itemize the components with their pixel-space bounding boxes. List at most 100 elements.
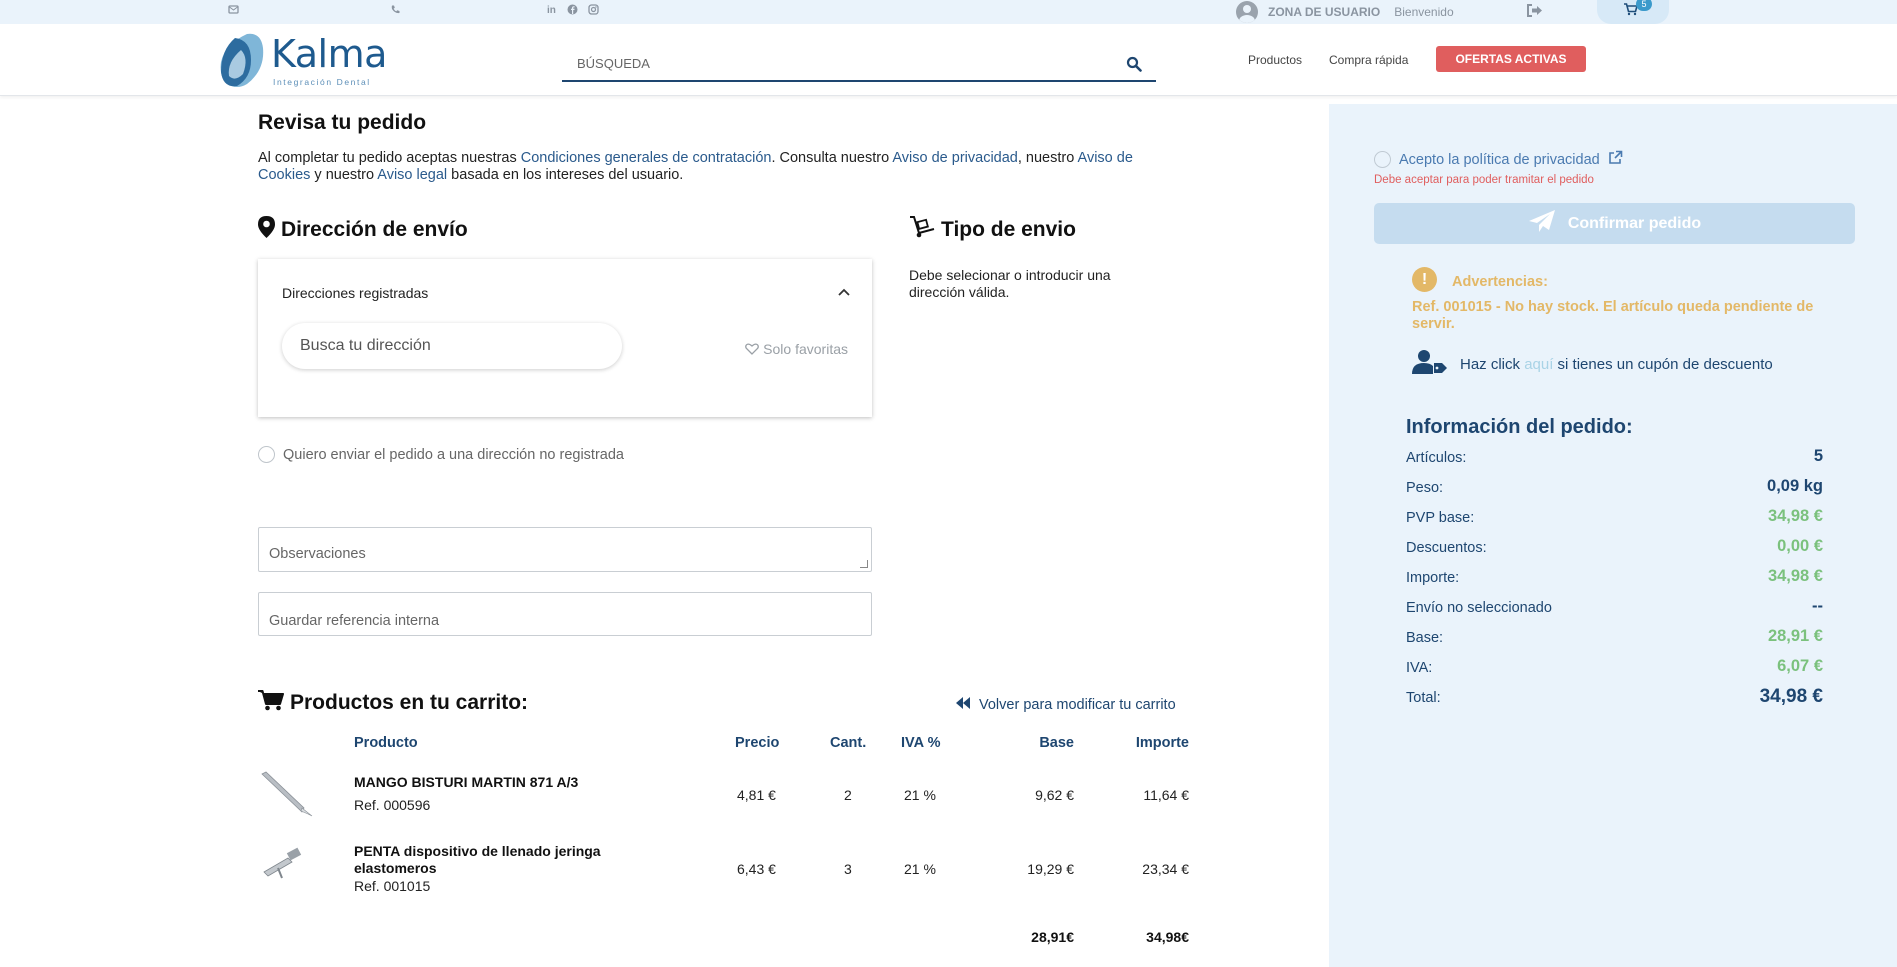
order-info-label: Peso: (1406, 480, 1444, 496)
privacy-policy-label[interactable]: Acepto la política de privacidad (1399, 152, 1600, 168)
product-ref: Ref. 001015 (354, 878, 431, 894)
order-info-row: Total: 34,98 € (1406, 686, 1823, 710)
product-iva: 21 % (904, 861, 936, 877)
order-info-row: PVP base: 34,98 € (1406, 506, 1823, 530)
double-chevron-left-icon (955, 697, 971, 713)
unregistered-address-radio[interactable] (258, 446, 275, 463)
registered-addresses-title[interactable]: Direcciones registradas (282, 285, 428, 301)
dolly-icon (909, 216, 935, 244)
external-link-icon[interactable] (1608, 150, 1623, 169)
logo-tagline: Integración Dental (273, 77, 371, 87)
legal-notice-link[interactable]: Aviso legal (377, 167, 447, 183)
facebook-icon[interactable] (567, 4, 578, 19)
product-iva: 21 % (904, 787, 936, 803)
intro-text-3: , nuestro (1017, 150, 1078, 166)
stock-warning-text: Ref. 001015 - No hay stock. El artículo … (1412, 299, 1814, 332)
privacy-policy-option[interactable]: Acepto la política de privacidad (1374, 150, 1623, 169)
product-importe: 23,34 € (1142, 861, 1189, 877)
mail-icon[interactable] (228, 4, 239, 19)
linkedin-icon[interactable]: in (547, 4, 556, 18)
order-info-value: 34,98 € (1767, 567, 1823, 585)
order-info-row: Envío no seleccionado -- (1406, 596, 1823, 620)
order-info-label: IVA: (1406, 660, 1433, 676)
nav-compra-rapida[interactable]: Compra rápida (1329, 53, 1408, 67)
logout-icon[interactable] (1526, 3, 1543, 22)
address-search (282, 323, 622, 369)
search-icon[interactable] (1126, 56, 1142, 72)
confirm-order-label: Confirmar pedido (1567, 214, 1702, 232)
user-zone[interactable]: ZONA DE USUARIO Bienvenido (1236, 0, 1454, 24)
logo-wordmark: Kalma (271, 32, 387, 76)
order-info-value: 5 (1813, 447, 1823, 465)
nav-productos[interactable]: Productos (1248, 53, 1302, 67)
global-search-input[interactable] (562, 48, 1102, 78)
order-info-value: 28,91 € (1767, 627, 1823, 645)
internal-reference-input[interactable] (259, 593, 871, 635)
terms-intro: Al completar tu pedido aceptas nuestras … (258, 150, 1188, 184)
back-to-cart-link[interactable]: Volver para modificar tu carrito (955, 697, 1176, 713)
product-qty: 3 (844, 861, 852, 877)
intro-text-1: Al completar tu pedido aceptas nuestras (258, 150, 521, 166)
product-image-scalpel[interactable] (258, 768, 314, 823)
only-favorites-toggle[interactable]: Solo favoritas (745, 341, 848, 357)
user-avatar-icon (1236, 1, 1258, 23)
product-name[interactable]: PENTA dispositivo de llenado jeringa ela… (354, 843, 644, 877)
shipping-type-heading: Tipo de envio (909, 216, 1076, 244)
product-name[interactable]: MANGO BISTURI MARTIN 871 A/3 (354, 774, 578, 791)
welcome-text: Bienvenido (1394, 5, 1454, 19)
cart-heading: Productos en tu carrito: (258, 689, 528, 717)
product-base: 9,62 € (1035, 787, 1074, 803)
shipping-type-title: Tipo de envio (941, 218, 1076, 241)
order-info-label: Importe: (1406, 570, 1460, 586)
instagram-icon[interactable] (588, 4, 599, 19)
privacy-policy-checkbox[interactable] (1374, 151, 1391, 168)
order-info-row: Peso: 0,09 kg (1406, 476, 1823, 500)
order-info-label: PVP base: (1406, 510, 1475, 526)
registered-addresses-panel: Direcciones registradas Solo favoritas (258, 259, 872, 417)
intro-text-2: . Consulta nuestro (771, 150, 893, 166)
privacy-warning: Debe aceptar para poder tramitar el pedi… (1374, 174, 1594, 186)
warnings-title: Advertencias: (1452, 274, 1548, 290)
order-info-value: 34,98 € (1767, 507, 1823, 525)
unregistered-address-option[interactable]: Quiero enviar el pedido a una dirección … (258, 446, 624, 463)
product-price: 4,81 € (737, 787, 776, 803)
order-info-value: 6,07 € (1777, 657, 1823, 675)
address-search-input[interactable] (282, 323, 602, 369)
cart-icon (258, 689, 284, 717)
user-zone-label[interactable]: ZONA DE USUARIO (1268, 5, 1380, 19)
col-precio: Precio (735, 735, 780, 751)
internal-reference-field (258, 592, 872, 636)
order-info-value: 0,09 kg (1767, 477, 1823, 495)
only-favorites-label: Solo favoritas (763, 341, 848, 357)
main-header: Kalma Integración Dental Productos Compr… (0, 24, 1897, 96)
phone-icon[interactable] (390, 4, 401, 19)
col-importe: Importe (1135, 735, 1189, 751)
order-info-label: Envío no seleccionado (1406, 600, 1552, 616)
coupon-text-pre: Haz click (1460, 355, 1525, 373)
product-image-dispenser[interactable] (262, 846, 306, 885)
unregistered-address-label: Quiero enviar el pedido a una dirección … (283, 446, 624, 463)
order-info-row: Descuentos: 0,00 € (1406, 536, 1823, 560)
resize-handle-icon[interactable] (860, 560, 868, 568)
active-offers-button[interactable]: OFERTAS ACTIVAS (1436, 46, 1586, 72)
order-info-row: Base: 28,91 € (1406, 626, 1823, 650)
coupon-link[interactable]: aquí (1524, 356, 1553, 373)
paper-plane-icon (1528, 209, 1556, 238)
top-bar: in ZONA DE USUARIO Bienvenido 5 (0, 0, 1897, 24)
map-marker-icon (258, 216, 275, 244)
terms-link[interactable]: Condiciones generales de contratación (521, 150, 772, 166)
intro-text-4: y nuestro (310, 167, 378, 183)
product-importe: 11,64 € (1143, 787, 1189, 803)
cart-total-importe: 34,98€ (1146, 929, 1189, 945)
order-total-value: 34,98 € (1759, 686, 1823, 707)
confirm-order-button[interactable]: Confirmar pedido (1374, 203, 1855, 244)
user-tag-icon (1412, 349, 1448, 379)
observations-field (258, 527, 872, 572)
chevron-up-icon[interactable] (838, 283, 850, 299)
mini-cart-button[interactable]: 5 (1597, 0, 1669, 24)
privacy-notice-link[interactable]: Aviso de privacidad (892, 150, 1017, 166)
observations-textarea[interactable] (259, 528, 871, 571)
order-info-row: Artículos: 5 (1406, 446, 1823, 470)
product-base: 19,29 € (1027, 861, 1074, 877)
kalma-logo[interactable]: Kalma Integración Dental (217, 30, 407, 92)
